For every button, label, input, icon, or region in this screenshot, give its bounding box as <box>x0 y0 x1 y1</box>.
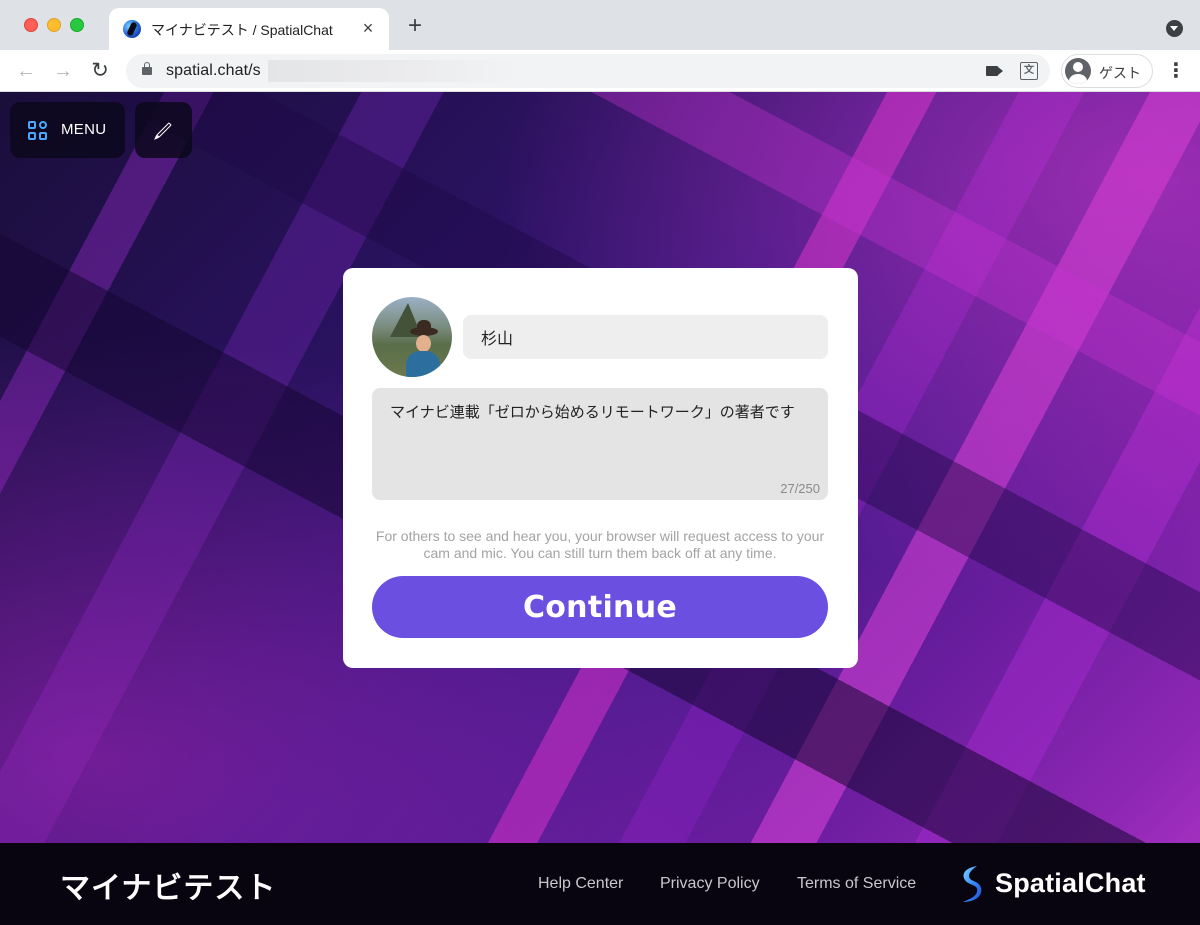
edit-button[interactable] <box>135 102 192 158</box>
menu-button[interactable]: MENU <box>10 102 125 158</box>
tab-search-icon[interactable] <box>1166 20 1183 37</box>
help-center-link[interactable]: Help Center <box>538 875 623 893</box>
tab-close-icon[interactable]: × <box>357 17 379 39</box>
name-input[interactable] <box>463 315 828 359</box>
spatialchat-page: MENU マイナビ連載「ゼロから始めるリモートワーク」の著者です 27/250 … <box>0 92 1200 925</box>
back-button[interactable]: ← <box>13 58 39 84</box>
spatialchat-favicon-icon <box>123 20 141 38</box>
continue-button[interactable]: Continue <box>372 576 828 638</box>
camera-icon[interactable] <box>986 66 998 76</box>
permission-notice: For others to see and hear you, your bro… <box>375 528 825 561</box>
spatialchat-logo-icon <box>963 866 982 902</box>
tab-title: マイナビテスト / SpatialChat <box>151 22 333 38</box>
url-redaction <box>268 60 518 82</box>
profile-icon <box>1065 58 1091 84</box>
browser-tab-strip: マイナビテスト / SpatialChat × + <box>0 0 1200 50</box>
new-tab-button[interactable]: + <box>402 14 428 40</box>
space-name: マイナビテスト <box>60 871 277 906</box>
profile-button[interactable]: ゲスト <box>1061 54 1153 88</box>
brand-name: SpatialChat <box>995 868 1146 898</box>
browser-menu-icon[interactable]: ⋮ <box>1166 58 1186 84</box>
browser-toolbar: ← → ↻ spatial.chat/s 文 ゲスト ⋮ <box>0 50 1200 92</box>
avatar[interactable] <box>372 297 452 377</box>
bio-field[interactable]: マイナビ連載「ゼロから始めるリモートワーク」の著者です 27/250 <box>372 388 828 500</box>
privacy-policy-link[interactable]: Privacy Policy <box>660 875 760 893</box>
address-bar[interactable]: spatial.chat/s 文 <box>126 54 1050 88</box>
browser-tab-active[interactable]: マイナビテスト / SpatialChat × <box>109 8 389 50</box>
window-minimize-button[interactable] <box>47 18 61 32</box>
forward-button[interactable]: → <box>50 58 76 84</box>
translate-icon[interactable]: 文 <box>1020 62 1038 80</box>
bio-input[interactable]: マイナビ連載「ゼロから始めるリモートワーク」の著者です <box>372 388 828 484</box>
profile-name: ゲスト <box>1099 65 1141 81</box>
window-zoom-button[interactable] <box>70 18 84 32</box>
reload-button[interactable]: ↻ <box>87 58 113 84</box>
grid-menu-icon <box>28 121 48 141</box>
footer: マイナビテスト Help Center Privacy Policy Terms… <box>0 843 1200 925</box>
lock-icon[interactable] <box>142 62 152 75</box>
terms-of-service-link[interactable]: Terms of Service <box>797 875 916 893</box>
url-text[interactable]: spatial.chat/s <box>166 62 261 80</box>
bio-character-counter: 27/250 <box>780 481 820 496</box>
profile-setup-card: マイナビ連載「ゼロから始めるリモートワーク」の著者です 27/250 For o… <box>343 268 858 668</box>
pencil-icon <box>156 122 172 138</box>
menu-label: MENU <box>61 121 107 138</box>
window-close-button[interactable] <box>24 18 38 32</box>
